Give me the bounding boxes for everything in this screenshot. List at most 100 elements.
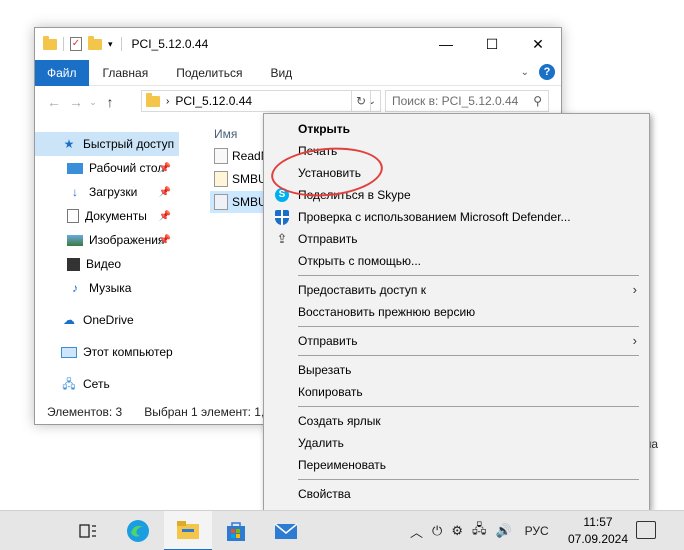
sidebar-item-onedrive[interactable]: ☁ OneDrive [35, 308, 179, 332]
back-icon[interactable]: ← [43, 94, 65, 110]
sidebar-item-this-pc[interactable]: Этот компьютер [35, 340, 179, 364]
minimize-button[interactable]: — [423, 28, 469, 60]
edge-icon [127, 520, 149, 542]
item-count: Элементов: 3 [47, 405, 123, 419]
close-button[interactable]: ✕ [515, 28, 561, 60]
menu-item-properties[interactable]: Свойства [264, 483, 649, 505]
language-indicator[interactable]: РУС [525, 524, 549, 538]
menu-separator [298, 326, 639, 327]
download-icon: ↓ [72, 185, 78, 199]
menu-item-cut[interactable]: Вырезать [264, 359, 649, 381]
address-path: PCI_5.12.0.44 [175, 94, 253, 108]
sidebar-item-music[interactable]: ♪ Музыка [35, 276, 179, 300]
clock[interactable]: 11:57 07.09.2024 [564, 514, 632, 548]
music-icon: ♪ [72, 281, 78, 295]
defender-shield-icon [274, 209, 290, 225]
menu-item-delete[interactable]: Удалить [264, 432, 649, 454]
mail-button[interactable] [262, 511, 310, 550]
volume-icon[interactable]: 🔊 [495, 523, 511, 539]
menu-item-open[interactable]: Открыть [264, 118, 649, 140]
notification-icon[interactable] [636, 521, 656, 539]
sidebar-item-videos[interactable]: Видео [35, 252, 179, 276]
menu-item-share[interactable]: ⇪ Отправить [264, 228, 649, 250]
forward-icon[interactable]: → [65, 94, 87, 110]
folder-icon [146, 92, 160, 107]
file-explorer-icon [177, 521, 199, 539]
up-icon[interactable]: ↑ [99, 94, 121, 110]
sidebar-item-downloads[interactable]: ↓ Загрузки 📌 [35, 180, 179, 204]
maximize-button[interactable]: ☐ [469, 28, 515, 60]
search-input[interactable]: Поиск в: PCI_5.12.0.44 ⚲ [385, 90, 549, 112]
menu-separator [298, 275, 639, 276]
star-icon: ★ [63, 137, 75, 151]
selection-info: Выбран 1 элемент: 1,8 [144, 405, 271, 419]
tab-view[interactable]: Вид [256, 66, 306, 80]
window-title: PCI_5.12.0.44 [131, 37, 209, 51]
navigation-pane: ★ Быстрый доступ Рабочий стол 📌 ↓ Загруз… [35, 132, 179, 396]
store-button[interactable] [212, 511, 260, 550]
share-icon: ⇪ [276, 231, 288, 246]
sidebar-item-documents[interactable]: Документы 📌 [35, 204, 179, 228]
properties-icon[interactable]: ✓ [70, 37, 82, 51]
documents-icon [67, 209, 79, 223]
sidebar-item-desktop[interactable]: Рабочий стол 📌 [35, 156, 179, 180]
tab-share[interactable]: Поделиться [162, 66, 256, 80]
computer-icon [61, 346, 77, 358]
quick-access-toolbar: ✓ ▾ [43, 35, 113, 51]
sidebar-item-quick-access[interactable]: ★ Быстрый доступ [35, 132, 179, 156]
navigation-bar: ← → ⌄ ↑ › PCI_5.12.0.44 ⌄ ↻ Поиск в: PCI… [35, 88, 561, 116]
menu-item-open-with[interactable]: Открыть с помощью... [264, 250, 649, 272]
menu-item-create-shortcut[interactable]: Создать ярлык [264, 410, 649, 432]
ribbon-tabs: Файл Главная Поделиться Вид ⌄ ? [35, 59, 561, 86]
menu-item-rename[interactable]: Переименовать [264, 454, 649, 476]
search-icon: ⚲ [533, 94, 542, 108]
pin-icon: 📌 [158, 186, 171, 198]
store-icon [227, 522, 245, 541]
recent-locations-icon[interactable]: ⌄ [87, 97, 99, 108]
taskbar: ︿ ⏻ ⚙ 🖧 🔊 РУС 11:57 07.09.2024 [0, 510, 684, 550]
pictures-icon [67, 234, 83, 246]
menu-item-copy[interactable]: Копировать [264, 381, 649, 403]
address-bar[interactable]: › PCI_5.12.0.44 ⌄ [141, 90, 381, 112]
network-icon[interactable]: 🖧 [472, 520, 487, 542]
video-icon [67, 257, 80, 271]
menu-item-defender-scan[interactable]: Проверка с использованием Microsoft Defe… [264, 206, 649, 228]
expand-ribbon-icon[interactable]: ⌄ [521, 67, 529, 78]
submenu-arrow-icon: › [632, 282, 637, 297]
cloud-icon: ☁ [63, 313, 75, 327]
edge-button[interactable] [114, 511, 162, 550]
pin-icon: 📌 [158, 234, 171, 246]
menu-item-restore-previous[interactable]: Восстановить прежнюю версию [264, 301, 649, 323]
search-placeholder: Поиск в: PCI_5.12.0.44 [392, 94, 519, 108]
wifi-settings-icon[interactable]: ⚙ [451, 523, 463, 539]
file-explorer-button[interactable] [164, 511, 212, 550]
desktop-icon [67, 162, 83, 174]
sidebar-item-network[interactable]: 🖧 Сеть [35, 372, 179, 396]
title-bar: ✓ ▾ PCI_5.12.0.44 — ☐ ✕ [35, 28, 561, 60]
tab-home[interactable]: Главная [89, 66, 163, 80]
task-view-icon [79, 524, 96, 538]
menu-separator [298, 355, 639, 356]
batch-file-icon [214, 171, 228, 187]
power-icon[interactable]: ⏻ [432, 523, 442, 539]
menu-separator [298, 479, 639, 480]
breadcrumb-separator-icon: › [166, 95, 170, 107]
menu-item-send-to[interactable]: Отправить › [264, 330, 649, 352]
tab-file[interactable]: Файл [35, 59, 89, 86]
text-file-icon [214, 148, 228, 164]
sidebar-item-pictures[interactable]: Изображения 📌 [35, 228, 179, 252]
clock-time: 11:57 [583, 515, 613, 529]
inf-file-icon [214, 194, 228, 210]
task-view-button[interactable] [64, 511, 112, 550]
refresh-icon[interactable]: ↻ [351, 90, 371, 112]
pin-icon: 📌 [158, 210, 171, 222]
help-icon[interactable]: ? [539, 64, 555, 80]
folder-icon [43, 35, 57, 50]
menu-item-grant-access[interactable]: Предоставить доступ к › [264, 279, 649, 301]
chevron-up-icon[interactable]: ︿ [410, 522, 423, 541]
customize-toolbar-icon[interactable]: ▾ [108, 39, 113, 50]
network-icon: 🖧 [62, 377, 76, 391]
menu-separator [298, 406, 639, 407]
new-folder-icon[interactable] [88, 35, 102, 50]
clock-date: 07.09.2024 [567, 532, 629, 546]
